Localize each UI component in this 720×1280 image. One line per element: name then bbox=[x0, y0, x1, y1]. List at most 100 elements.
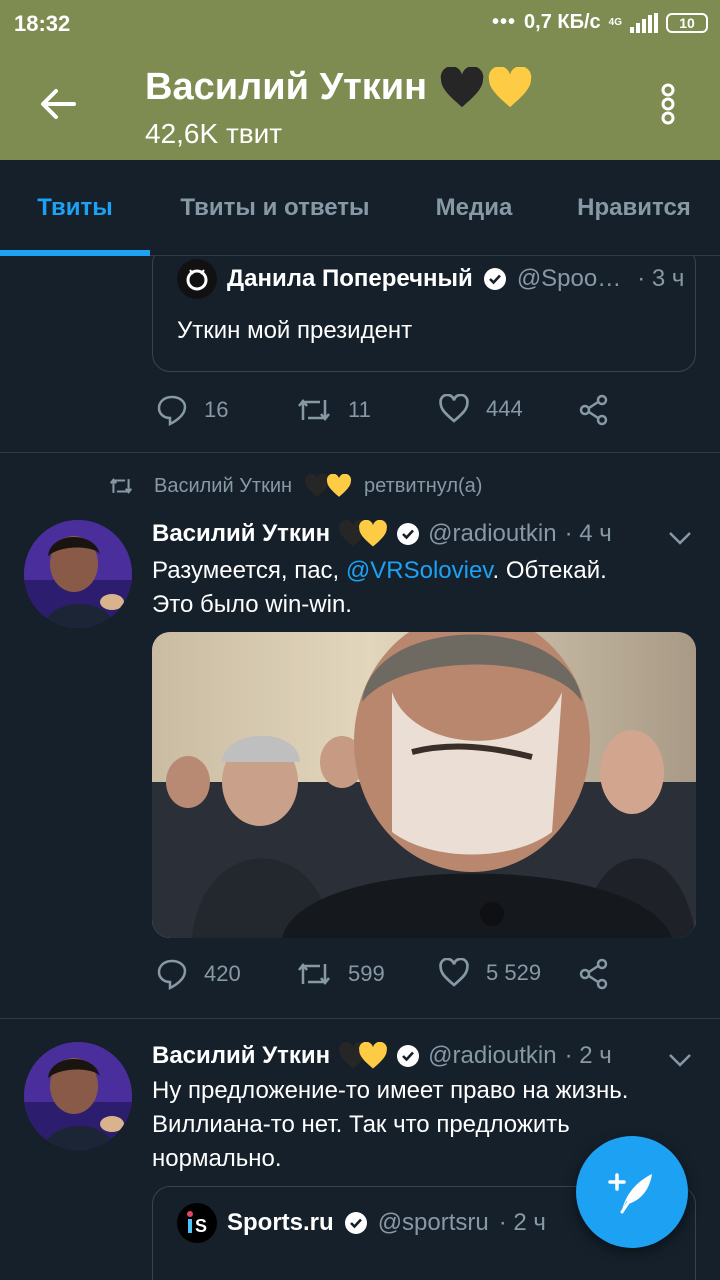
retweet-small-icon bbox=[109, 478, 133, 494]
quoted-author-name: Данила Поперечный bbox=[227, 265, 473, 292]
tweet-feed[interactable]: Данила Поперечный @Spoo… · 3 ч Уткин мой… bbox=[0, 256, 720, 1280]
quoted-author-handle: @Spoo… bbox=[516, 265, 622, 292]
reply-action[interactable]: 16 bbox=[156, 394, 228, 426]
author-handle: @radioutkin bbox=[428, 520, 557, 547]
tweet-menu-button[interactable] bbox=[664, 1044, 696, 1076]
avatar[interactable] bbox=[24, 1042, 132, 1150]
retweet-count: 11 bbox=[348, 397, 371, 422]
reply-count: 420 bbox=[204, 961, 241, 986]
yellow-heart-icon bbox=[359, 520, 388, 547]
signal-icon bbox=[630, 12, 658, 33]
network-type: 4G bbox=[608, 16, 622, 28]
battery-icon: 10 bbox=[666, 12, 708, 33]
share-icon bbox=[579, 394, 608, 426]
retweet-suffix: ретвитнул(а) bbox=[364, 474, 483, 497]
tab-tweets[interactable]: Твиты bbox=[0, 160, 150, 256]
author-name[interactable]: Василий Уткин bbox=[152, 1042, 330, 1070]
owl-logo-icon bbox=[186, 269, 208, 291]
tweet-actions: 16 11 444 bbox=[156, 394, 636, 434]
verified-badge-icon bbox=[483, 268, 506, 290]
tweet-time: · 2 ч bbox=[564, 1042, 612, 1069]
tweet-text: Разумеется, пас, @VRSoloviev. Обтекай. Э… bbox=[152, 554, 692, 622]
tweet-divider bbox=[0, 1018, 720, 1019]
verified-badge-icon bbox=[397, 1045, 420, 1067]
quoted-author-handle: @sportsru bbox=[377, 1209, 489, 1236]
mention-link[interactable]: @VRSoloviev bbox=[346, 557, 493, 584]
back-arrow-icon bbox=[41, 89, 76, 119]
page-title: Василий Уткин bbox=[145, 66, 533, 109]
sports-logo-icon: S bbox=[187, 1211, 207, 1236]
quoted-tweet-time: · 2 ч bbox=[498, 1209, 546, 1236]
reply-icon bbox=[157, 959, 187, 990]
author-handle: @radioutkin bbox=[428, 1042, 557, 1069]
reply-count: 16 bbox=[204, 397, 229, 422]
heart-icon bbox=[439, 394, 469, 423]
yellow-heart-icon bbox=[488, 66, 532, 107]
retweet-action[interactable]: 599 bbox=[296, 958, 385, 990]
tweet-divider bbox=[0, 452, 720, 453]
tweet-text-part: . Обтекай. bbox=[492, 557, 607, 584]
tab-likes[interactable]: Нравится bbox=[548, 160, 720, 256]
like-count: 5 529 bbox=[486, 960, 542, 985]
tweet-count: 42,6K твит bbox=[145, 118, 283, 149]
yellow-heart-icon bbox=[327, 474, 352, 497]
retweet-icon bbox=[298, 962, 330, 986]
chevron-down-icon bbox=[669, 1054, 691, 1067]
tweet-header: Василий Уткин @radioutkin · 4 ч bbox=[152, 520, 612, 548]
share-action[interactable] bbox=[578, 958, 610, 990]
yellow-heart-icon bbox=[359, 1042, 388, 1069]
share-icon bbox=[579, 958, 608, 990]
share-action[interactable] bbox=[578, 394, 610, 426]
quoted-avatar: S bbox=[177, 1203, 217, 1243]
tweet-header: Василий Уткин @radioutkin · 2 ч bbox=[152, 1042, 612, 1070]
tweet-text-line: Виллиана-то нет. Так что предложить bbox=[152, 1111, 570, 1138]
retweeter-name[interactable]: Василий Уткин bbox=[154, 475, 292, 498]
status-bar: 18:32 ••• 0,7 КБ/с 4G 10 bbox=[0, 0, 720, 48]
activity-dots-icon: ••• bbox=[492, 11, 517, 33]
tweet-time: · 4 ч bbox=[564, 520, 612, 547]
quoted-tweet-text: Уткин мой президент bbox=[177, 317, 413, 344]
tab-tweets-and-replies[interactable]: Твиты и ответы bbox=[150, 160, 400, 256]
more-options-button[interactable] bbox=[650, 80, 686, 128]
quoted-avatar bbox=[177, 259, 217, 299]
tab-media[interactable]: Медиа bbox=[400, 160, 548, 256]
status-time: 18:32 bbox=[14, 11, 71, 36]
retweet-count: 599 bbox=[348, 961, 385, 986]
profile-name: Василий Уткин bbox=[145, 66, 428, 108]
reply-action[interactable]: 420 bbox=[156, 958, 241, 990]
avatar[interactable] bbox=[24, 520, 132, 628]
chevron-down-icon bbox=[669, 532, 691, 545]
more-vertical-icon bbox=[661, 83, 675, 125]
like-count: 444 bbox=[486, 396, 523, 421]
tweet-menu-button[interactable] bbox=[664, 522, 696, 554]
verified-badge-icon bbox=[344, 1212, 367, 1234]
retweet-action[interactable]: 11 bbox=[296, 394, 371, 426]
profile-header: Василий Уткин 42,6K твит bbox=[0, 48, 720, 160]
tweet-photo[interactable] bbox=[152, 632, 696, 938]
tweet-text-line: Это было win-win. bbox=[152, 591, 352, 618]
retweet-context: Василий Уткин ретвитнул(а) bbox=[108, 474, 482, 498]
quoted-tweet-header: S Sports.ru @sportsru · 2 ч bbox=[177, 1203, 546, 1243]
compose-feather-icon bbox=[608, 1173, 652, 1214]
back-button[interactable] bbox=[36, 82, 80, 126]
compose-tweet-button[interactable] bbox=[576, 1136, 688, 1248]
like-action[interactable]: 444 bbox=[438, 394, 523, 424]
quoted-tweet-header: Данила Поперечный @Spoo… · 3 ч bbox=[177, 259, 684, 299]
like-action[interactable]: 5 529 bbox=[438, 958, 541, 988]
network-speed: 0,7 КБ/с bbox=[524, 11, 601, 33]
quoted-tweet[interactable]: Данила Поперечный @Spoo… · 3 ч Уткин мой… bbox=[152, 256, 696, 372]
reply-icon bbox=[157, 395, 187, 426]
quoted-author-name: Sports.ru bbox=[227, 1209, 334, 1236]
profile-tabs: Твиты Твиты и ответы Медиа Нравится bbox=[0, 160, 720, 256]
black-heart-icon bbox=[440, 66, 484, 107]
retweet-icon bbox=[298, 398, 330, 422]
quoted-tweet-time: · 3 ч bbox=[637, 265, 685, 292]
svg-text:S: S bbox=[195, 1216, 207, 1236]
status-indicators: ••• 0,7 КБ/с 4G 10 bbox=[492, 11, 708, 34]
tweet-actions: 420 599 5 529 bbox=[156, 958, 636, 998]
tweet-text-part: Разумеется, пас, bbox=[152, 557, 346, 584]
tweet-text-line: Ну предложение-то имеет право на жизнь. bbox=[152, 1077, 629, 1104]
author-name[interactable]: Василий Уткин bbox=[152, 520, 330, 548]
heart-icon bbox=[439, 958, 469, 987]
verified-badge-icon bbox=[397, 523, 420, 545]
